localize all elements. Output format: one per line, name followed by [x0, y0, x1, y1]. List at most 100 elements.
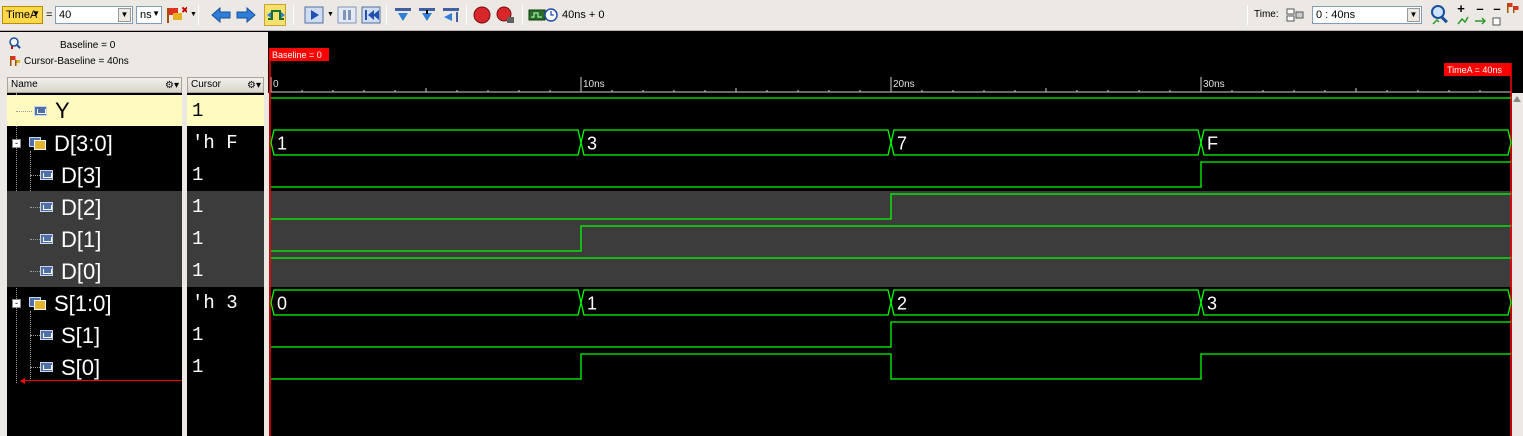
signal-row-s-bus[interactable]: - S[1:0] [7, 287, 182, 319]
waveform-canvas[interactable]: Baseline = 0 0 10ns 20ns 30ns TimeA = 40ns 1 3 7… [269, 33, 1512, 436]
bus-value-label: 3 [1207, 294, 1217, 314]
ruler-tick-label: 20ns [893, 79, 915, 90]
signal-row-d2[interactable]: D[2] [7, 191, 182, 223]
bus-value-label: 3 [587, 134, 597, 154]
cursor-value: 1 [192, 356, 204, 378]
insertion-marker-head [20, 378, 25, 384]
lock-range-icon [1286, 8, 1304, 22]
toolbar: TimeA ▼ = 40 ▼ ns ▼ ✖ ▼ ▼ 40ns + 0 Time:… [0, 0, 1523, 31]
signal-row-s0[interactable]: S[0] [7, 351, 182, 383]
cursor-value: 1 [187, 223, 264, 255]
chevron-down-icon[interactable]: ▼ [190, 11, 197, 18]
chevron-down-icon[interactable]: ▼ [1407, 8, 1420, 22]
wave-trace [271, 353, 1511, 380]
flags-icon [1507, 3, 1519, 13]
run-button[interactable] [303, 4, 325, 26]
scroll-up-arrow[interactable] [1513, 96, 1521, 102]
time-unit-text: ns [140, 9, 152, 21]
signal-row-s1[interactable]: S[1] [7, 319, 182, 351]
flag-marker-button[interactable]: ✖ [165, 4, 187, 26]
bus-value-label: 0 [277, 294, 287, 314]
square-icon [1492, 17, 1501, 26]
restart-button[interactable] [360, 4, 382, 26]
cursor-value: 1 [192, 324, 204, 346]
signal-name-list: Y - D[3:0] D[3] D[2] D[1] D[0] - S[1:0] … [7, 93, 182, 436]
collapse-icon[interactable]: - [12, 139, 21, 148]
bus-segment [270, 129, 582, 156]
zoom-button[interactable] [1429, 4, 1451, 26]
stop-record-button[interactable] [495, 4, 517, 26]
cursor-column-header[interactable]: Cursor ⚙▾ [187, 77, 264, 93]
stop-button[interactable] [471, 4, 493, 26]
time-value-input[interactable]: 40 ▼ [55, 6, 133, 24]
signal-icon [40, 202, 53, 212]
cursor-value: 1 [187, 191, 264, 223]
baseline-search-icon[interactable] [9, 37, 21, 49]
zoom-reduce-button[interactable]: – [1490, 1, 1504, 16]
ruler-tick-label: 10ns [583, 79, 605, 90]
signal-name: S[0] [61, 355, 101, 380]
stop-icon [473, 6, 491, 24]
zoom-full-button[interactable] [1473, 15, 1487, 27]
plus-icon: + [1457, 0, 1465, 16]
pause-button[interactable] [336, 4, 358, 26]
go-to-time-button[interactable] [528, 4, 558, 26]
cursor-value: 1 [192, 164, 204, 186]
gear-icon[interactable]: ⚙▾ [247, 79, 261, 93]
time-range-lock-button[interactable] [1284, 4, 1306, 26]
bus-segment [890, 289, 1202, 316]
signal-row-d0[interactable]: D[0] [7, 255, 182, 287]
signal-name: D[3] [61, 163, 102, 188]
signal-name: D[0] [61, 259, 102, 284]
collapse-icon[interactable]: - [12, 299, 21, 308]
bus-icon [29, 297, 46, 310]
cursor-value: 1 [187, 95, 264, 126]
step-over-button[interactable] [416, 4, 438, 26]
next-edge-button[interactable] [235, 4, 257, 26]
flag-icon: ✖ [167, 5, 187, 23]
marker-flags-button[interactable] [1506, 2, 1520, 14]
bus-segment [270, 289, 582, 316]
zoom-out-button[interactable]: – [1473, 0, 1487, 16]
signal-row-d1[interactable]: D[1] [7, 223, 182, 255]
name-column-header[interactable]: Name ⚙▾ [7, 77, 182, 93]
chevron-down-icon[interactable]: ▼ [327, 11, 334, 18]
bus-value-label: 1 [277, 134, 287, 154]
rewind-icon [361, 6, 381, 24]
bus-value-label: 1 [587, 294, 597, 314]
bus-segment [580, 289, 892, 316]
cursor-baseline-label[interactable]: Cursor-Baseline = 40ns [24, 56, 129, 67]
zoom-fit-button[interactable] [1456, 15, 1470, 27]
row-shade [269, 223, 1512, 255]
pause-icon [337, 6, 357, 24]
time-marker-select[interactable]: TimeA ▼ [2, 6, 43, 24]
signal-row-d-bus[interactable]: - D[3:0] [7, 127, 182, 159]
wave-trace [271, 321, 1511, 348]
snap-edge-button[interactable] [264, 4, 286, 26]
bus-segment [1200, 289, 1512, 316]
waveform-panel[interactable]: Baseline = 0 0 10ns 20ns 30ns TimeA = 40ns 1 3 7… [269, 33, 1512, 436]
signal-row-d3[interactable]: D[3] [7, 159, 182, 191]
vertical-scrollbar[interactable] [1512, 93, 1523, 436]
signal-name: Y [55, 98, 70, 123]
step-out-button[interactable] [440, 4, 462, 26]
play-icon [304, 6, 324, 24]
step-button[interactable] [392, 4, 414, 26]
chevron-down-icon[interactable]: ▼ [118, 8, 131, 22]
minus-icon: – [1476, 0, 1484, 16]
gear-icon[interactable]: ⚙▾ [165, 79, 179, 93]
baseline-tag-label: Baseline = 0 [272, 50, 322, 60]
time-range-input[interactable]: 0 : 40ns ▼ [1312, 6, 1422, 24]
cursor-value: 'h 3 [192, 292, 238, 314]
zoom-in-button[interactable]: + [1454, 0, 1468, 16]
signal-name: S[1] [61, 323, 101, 348]
signal-row-y[interactable]: Y [7, 95, 182, 126]
step-out-icon [443, 8, 459, 22]
zoom-area-button[interactable] [1491, 16, 1503, 28]
prev-edge-button[interactable] [210, 4, 232, 26]
baseline-label[interactable]: Baseline = 0 [60, 40, 115, 51]
snap-icon [267, 10, 285, 20]
arrow-left-icon [211, 6, 231, 24]
signal-name: D[3:0] [54, 131, 113, 156]
time-unit-select[interactable]: ns ▼ [136, 6, 162, 24]
